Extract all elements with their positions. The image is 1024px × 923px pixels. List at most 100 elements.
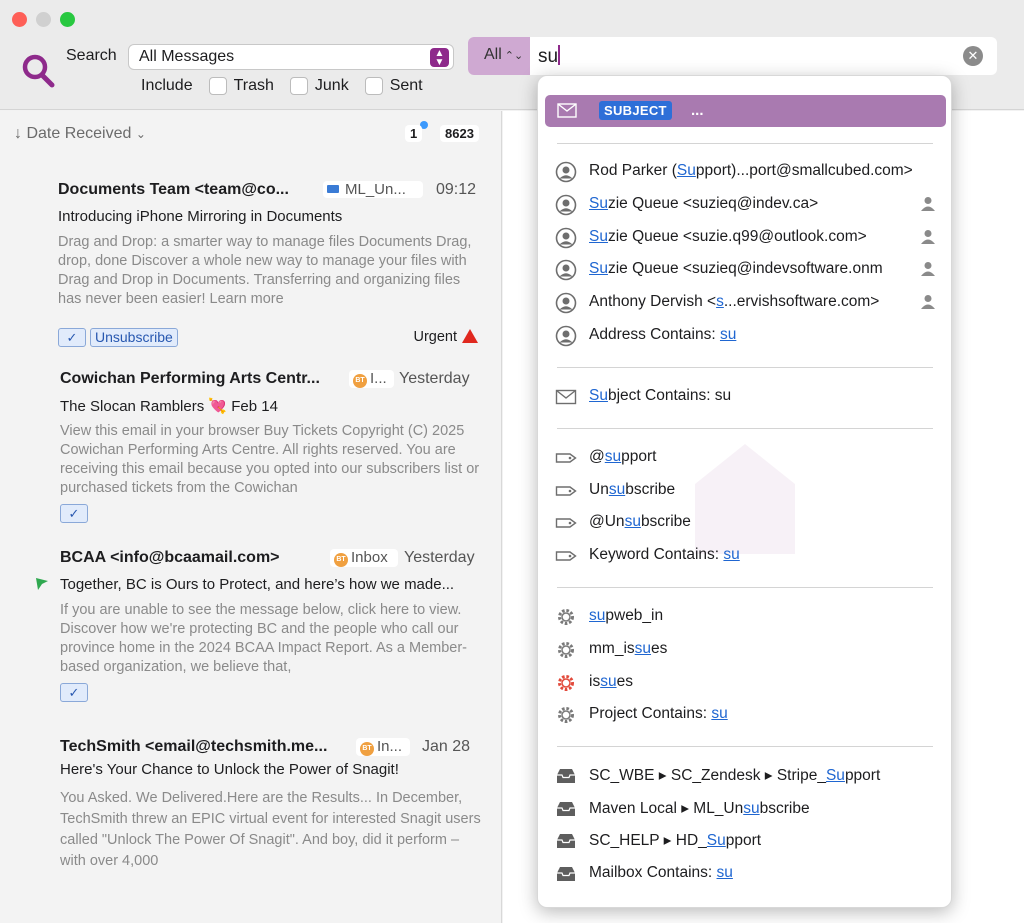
message-mailbox: ML_Un... [323,181,423,198]
field-scope-button[interactable]: All ⌃⌄ [468,37,530,75]
message-subject: Introducing iPhone Mirroring in Document… [58,208,343,225]
token-ellipsis: ... [691,102,704,119]
flag-icon [36,578,48,590]
message-sender: Documents Team <team@co... [58,181,289,198]
suggestion-project[interactable]: issues [555,670,935,696]
message-preview: View this email in your browser Buy Tick… [60,423,480,496]
suggestion-text: supweb_in [589,607,664,624]
contact-icon [921,197,935,211]
close-window-button[interactable] [12,12,27,27]
tag-icon [555,551,577,561]
clear-search-icon[interactable]: ✕ [963,46,983,66]
divider [557,746,933,747]
search-scope-value: All Messages [139,48,235,65]
divider [557,143,933,144]
trash-label: Trash [233,77,274,94]
chevron-updown-icon: ▲ ▼ [430,48,449,68]
window-controls [12,12,75,27]
divider [557,367,933,368]
person-circle-icon [555,227,577,249]
gear-icon [558,707,574,723]
suggestion-mailbox-contains[interactable]: Mailbox Contains: su [555,861,935,887]
person-circle-icon [555,194,577,216]
message-tags: ✓ Unsubscribe [58,328,178,347]
suggestion-text: Maven Local ▸ ML_Unsubscribe [589,800,810,817]
search-input[interactable]: su [538,45,561,68]
suggestion-text: @support [589,448,657,465]
check-tag[interactable]: ✓ [60,683,88,702]
suggestion-keyword[interactable]: @Unsubscribe [555,510,935,536]
suggestion-project[interactable]: mm_issues [555,637,935,663]
suggestion-text: Suzie Queue <suzieq@indev.ca> [589,195,819,212]
gear-icon [558,642,574,658]
tray-icon [557,834,575,848]
mailbox-icon: BT [360,742,374,756]
zoom-window-button[interactable] [60,12,75,27]
search-label: Search [66,47,117,64]
suggestion-mailbox[interactable]: Maven Local ▸ ML_Unsubscribe [555,796,935,822]
subject-token-row[interactable]: SUBJECT ... [545,95,946,127]
search-icon[interactable] [20,50,56,90]
message-tags: ✓ [60,504,88,523]
minimize-window-button[interactable] [36,12,51,27]
search-field[interactable]: All ⌃⌄ su ✕ [468,37,997,75]
message-row[interactable]: TechSmith <email@techsmith.me... BT In...… [0,738,502,888]
message-sender: Cowichan Performing Arts Centr... [60,370,320,387]
sent-checkbox[interactable] [364,77,383,95]
suggestion-address[interactable]: Rod Parker (Support)...port@smallcubed.c… [555,159,935,185]
tray-icon [557,867,575,881]
suggestion-mailbox[interactable]: SC_HELP ▸ HD_Support [555,828,935,854]
message-mailbox: BT I... [349,370,394,388]
main-window: Search All Messages ▲ ▼ Include Trash Jun… [0,0,1024,923]
suggestion-text: SC_HELP ▸ HD_Support [589,832,762,849]
person-circle-icon [555,161,577,183]
suggestion-mailbox[interactable]: SC_WBE ▸ SC_Zendesk ▸ Stripe_Support [555,763,935,789]
message-subject: Here's Your Chance to Unlock the Power o… [60,761,399,778]
check-tag[interactable]: ✓ [60,504,88,523]
sort-control[interactable]: ↓ Date Received ⌄ [14,125,146,143]
suggestion-keyword-contains[interactable]: Keyword Contains: su [555,543,935,569]
message-preview: Drag and Drop: a smarter way to manage f… [58,234,472,307]
mailbox-name: ML_Un... [345,181,406,198]
trash-checkbox[interactable] [208,77,227,95]
suggestion-text: Anthony Dervish <s...ervishsoftware.com> [589,293,880,310]
person-circle-icon [555,325,577,347]
divider [557,587,933,588]
total-count-badge[interactable]: 8623 [440,125,479,142]
suggestion-text: Unsubscribe [589,481,676,498]
divider [557,428,933,429]
message-mailbox: BT Inbox [330,549,398,567]
suggestion-keyword[interactable]: Unsubscribe [555,478,935,504]
suggestion-address[interactable]: Suzie Queue <suzieq@indevsoftware.onm [555,257,935,283]
suggestion-text: SC_WBE ▸ SC_Zendesk ▸ Stripe_Support [589,767,881,784]
message-row[interactable]: Cowichan Performing Arts Centr... BT I...… [0,370,502,530]
message-row[interactable]: Documents Team <team@co... ML_Un... 09:1… [0,181,502,347]
message-date: Jan 28 [422,738,471,755]
search-scope-select[interactable]: All Messages ▲ ▼ [128,44,454,70]
suggestion-subject-contains[interactable]: Subject Contains: su [555,384,935,410]
junk-checkbox[interactable] [289,77,308,95]
unsubscribe-tag[interactable]: Unsubscribe [90,328,178,347]
suggestion-text: mm_issues [589,640,668,657]
suggestion-text: Address Contains: su [589,326,737,343]
message-date: Yesterday [404,549,475,566]
suggestion-address-contains[interactable]: Address Contains: su [555,323,935,349]
suggestion-text: issues [589,673,633,690]
check-tag[interactable]: ✓ [58,328,86,347]
field-scope-label: All [484,46,502,63]
suggestion-address[interactable]: Suzie Queue <suzie.q99@outlook.com> [555,225,935,251]
suggestion-project[interactable]: supweb_in [555,604,935,630]
message-preview: If you are unable to see the message bel… [60,602,468,675]
message-row[interactable]: BCAA <info@bcaamail.com> BT Inbox Yesterd… [0,549,502,709]
sent-label: Sent [389,77,423,94]
search-suggestions-popup: SUBJECT ... Rod Parker (Support)...port@… [537,75,952,908]
subject-token: SUBJECT [599,101,672,120]
suggestion-project-contains[interactable]: Project Contains: su [555,702,935,728]
person-circle-icon [555,292,577,314]
suggestion-text: @Unsubscribe [589,513,691,530]
suggestion-keyword[interactable]: @support [555,445,935,471]
suggestion-address[interactable]: Anthony Dervish <s...ervishsoftware.com> [555,290,935,316]
suggestion-address[interactable]: Suzie Queue <suzieq@indev.ca> [555,192,935,218]
mailbox-icon [327,185,339,193]
unread-count-badge[interactable]: 1 [405,125,423,142]
